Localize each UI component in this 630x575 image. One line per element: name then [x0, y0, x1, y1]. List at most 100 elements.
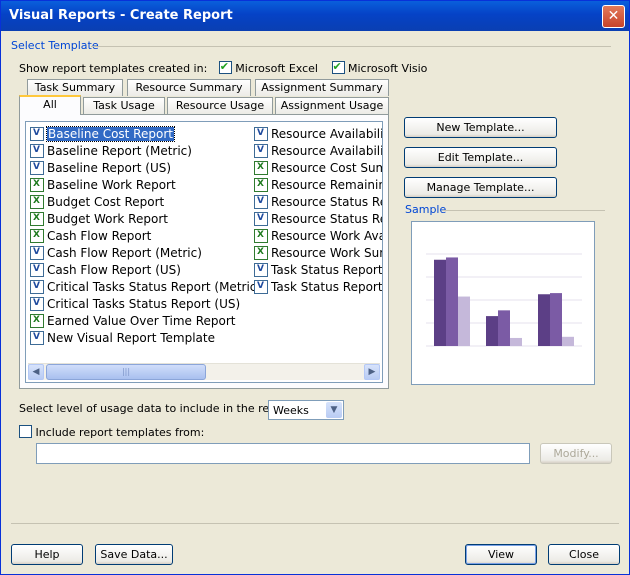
template-list-item-label: Resource Availability [271, 127, 383, 141]
template-list-item-label: Resource Status Rep [271, 212, 383, 226]
template-list-item-label: Resource Cost Summ [271, 161, 382, 175]
template-list-item[interactable]: Baseline Report (Metric) [30, 142, 261, 160]
visio-icon [30, 142, 44, 159]
scroll-thumb[interactable]: ||| [46, 364, 206, 380]
excel-icon [30, 193, 44, 210]
template-list-item[interactable]: Earned Value Over Time Report [30, 312, 261, 330]
visio-icon [30, 278, 44, 295]
excel-checkbox-label: Microsoft Excel [235, 62, 318, 75]
template-list-item-label: Baseline Report (US) [47, 161, 172, 175]
template-list-item[interactable]: Resource Work Avai [254, 227, 383, 245]
template-list-item[interactable]: Cash Flow Report (Metric) [30, 244, 261, 262]
excel-icon [30, 176, 44, 193]
template-list-item-label: Resource Remaining [271, 178, 383, 192]
template-list-item[interactable]: Cash Flow Report (US) [30, 261, 261, 279]
template-list-item[interactable]: Baseline Report (US) [30, 159, 261, 177]
visio-icon [254, 125, 268, 142]
template-list-item-label: Resource Work Sum [271, 246, 383, 260]
sample-bar [434, 259, 446, 346]
visio-icon [254, 193, 268, 210]
chevron-left-icon: ◀ [32, 367, 40, 377]
title-bar: Visual Reports - Create Report ✕ [1, 1, 629, 31]
view-button[interactable]: View [465, 544, 537, 565]
template-list[interactable]: Baseline Cost Report Baseline Report (Met… [25, 121, 383, 383]
template-path-field[interactable] [36, 443, 530, 464]
visio-icon [30, 261, 44, 278]
template-list-item-label: Budget Work Report [47, 212, 168, 226]
help-button[interactable]: Help [11, 544, 83, 565]
template-list-item[interactable]: Budget Cost Report [30, 193, 261, 211]
excel-icon [254, 176, 268, 193]
template-list-item-label: Baseline Report (Metric) [47, 144, 192, 158]
visio-checkbox[interactable] [331, 60, 345, 74]
modify-button[interactable]: Modify... [540, 443, 612, 464]
chevron-down-icon[interactable]: ▼ [326, 402, 342, 418]
visio-filter[interactable]: Microsoft Visio [331, 60, 428, 75]
excel-checkbox[interactable] [218, 60, 232, 74]
tab-assignment-summary[interactable]: Assignment Summary [255, 79, 389, 96]
chevron-right-icon: ▶ [368, 367, 376, 377]
tab-all[interactable]: All [19, 95, 81, 115]
template-list-item[interactable]: Resource Status Rep [254, 210, 383, 228]
visio-icon [30, 125, 44, 142]
excel-filter[interactable]: Microsoft Excel [218, 60, 318, 75]
template-list-item[interactable]: Resource Work Sum [254, 244, 383, 262]
excel-icon [254, 159, 268, 176]
tab-resource-summary[interactable]: Resource Summary [127, 79, 251, 96]
include-templates-label: Include report templates from: [35, 426, 205, 439]
template-list-item[interactable]: Resource Availability [254, 125, 383, 143]
horizontal-scrollbar[interactable]: ◀ ||| ▶ [28, 363, 380, 380]
template-list-item[interactable]: Resource Availability [254, 142, 382, 160]
edit-template-button[interactable]: Edit Template... [404, 147, 557, 168]
visio-icon [254, 142, 268, 159]
template-list-item[interactable]: Resource Cost Summ [254, 159, 382, 177]
template-list-item[interactable]: New Visual Report Template [30, 329, 261, 347]
sample-bar [538, 294, 550, 346]
grip-icon: ||| [121, 367, 131, 376]
excel-icon [30, 210, 44, 227]
template-list-item[interactable]: Cash Flow Report [30, 227, 261, 245]
template-list-item[interactable]: Task Status Report [254, 278, 382, 296]
template-list-item-label: Task Status Report [271, 263, 383, 277]
template-list-item-label: New Visual Report Template [47, 331, 215, 345]
save-data-button[interactable]: Save Data... [95, 544, 173, 565]
template-list-item[interactable]: Baseline Work Report [30, 176, 261, 194]
template-list-item[interactable]: Task Status Report [254, 261, 383, 279]
close-window-button[interactable]: ✕ [602, 5, 625, 28]
visio-icon [30, 244, 44, 261]
include-templates-checkbox[interactable] [19, 425, 32, 438]
sample-divider [443, 210, 605, 211]
scroll-right-button[interactable]: ▶ [364, 364, 380, 380]
excel-icon [254, 227, 268, 244]
tab-resource-usage[interactable]: Resource Usage [167, 97, 273, 114]
template-list-item-label: Resource Work Avai [271, 229, 383, 243]
include-templates-row[interactable]: Include report templates from: [19, 425, 204, 439]
close-button[interactable]: Close [548, 544, 620, 565]
template-list-item[interactable]: Resource Remaining [254, 176, 383, 194]
tab-assignment-usage[interactable]: Assignment Usage [275, 97, 389, 114]
sample-bar [562, 336, 574, 346]
scroll-left-button[interactable]: ◀ [28, 364, 44, 380]
template-list-item[interactable]: Critical Tasks Status Report (Metric) [30, 278, 262, 296]
template-column-2: Resource Availability Resource Availabili… [254, 125, 383, 296]
visual-reports-dialog: Visual Reports - Create Report ✕ Select … [0, 0, 630, 575]
template-list-item[interactable]: Budget Work Report [30, 210, 261, 228]
template-list-item-label: Critical Tasks Status Report (Metric) [47, 280, 262, 294]
section-divider [91, 46, 611, 47]
template-list-item-label: Baseline Work Report [47, 178, 176, 192]
template-list-item-label: Cash Flow Report [47, 229, 152, 243]
visio-icon [254, 278, 268, 295]
usage-level-select[interactable]: Weeks ▼ [268, 400, 344, 420]
template-list-item[interactable]: Baseline Cost Report [30, 125, 261, 143]
visio-checkbox-label: Microsoft Visio [348, 62, 428, 75]
visio-icon [30, 329, 44, 346]
template-list-item[interactable]: Critical Tasks Status Report (US) [30, 295, 261, 313]
tab-task-summary[interactable]: Task Summary [27, 79, 123, 96]
sample-bar [550, 293, 562, 346]
close-icon: ✕ [607, 8, 620, 24]
sample-bar [510, 337, 522, 346]
template-list-item[interactable]: Resource Status Rep [254, 193, 382, 211]
tab-task-usage[interactable]: Task Usage [83, 97, 165, 114]
new-template-button[interactable]: New Template... [404, 117, 557, 138]
manage-template-button[interactable]: Manage Template... [404, 177, 557, 198]
